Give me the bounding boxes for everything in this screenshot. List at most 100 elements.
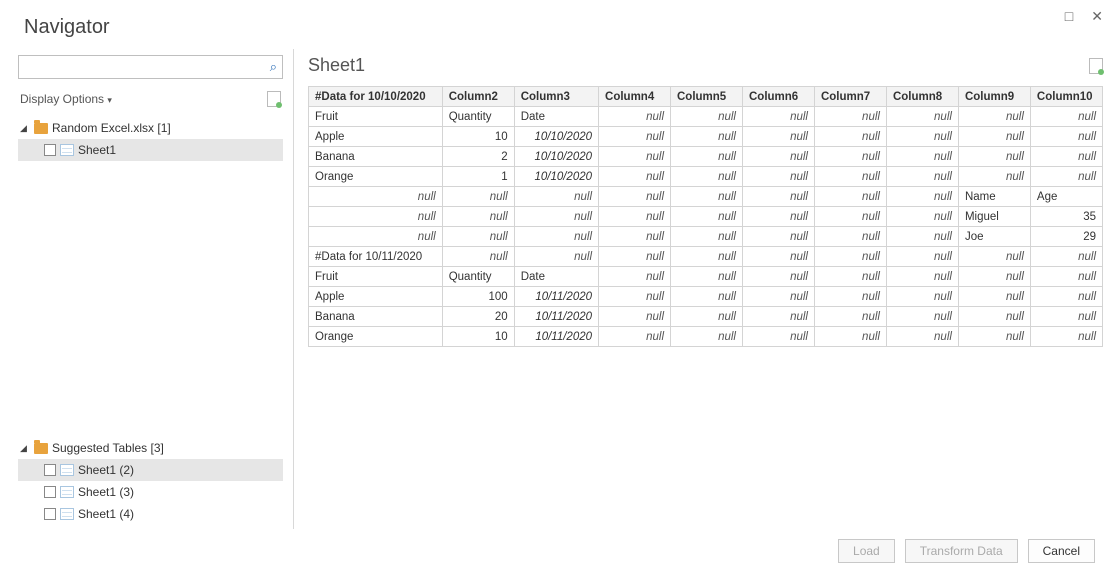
table-cell: 10/11/2020 <box>514 327 598 347</box>
checkbox[interactable] <box>44 508 56 520</box>
table-cell: 10 <box>442 327 514 347</box>
table-cell: null <box>742 287 814 307</box>
checkbox[interactable] <box>44 486 56 498</box>
table-cell: null <box>671 167 743 187</box>
navigator-panel: ⌕ Display Options ▾ ◢ Random Excel.xlsx … <box>0 49 294 529</box>
table-row[interactable]: FruitQuantityDatenullnullnullnullnullnul… <box>309 107 1103 127</box>
table-cell: null <box>814 167 886 187</box>
table-cell: null <box>886 147 958 167</box>
checkbox[interactable] <box>44 464 56 476</box>
worksheet-icon <box>60 144 74 156</box>
transform-data-button[interactable]: Transform Data <box>905 539 1018 563</box>
source-tree: ◢ Random Excel.xlsx [1] Sheet1 <box>18 117 283 161</box>
refresh-icon[interactable] <box>267 91 281 107</box>
table-row[interactable]: Orange110/10/2020nullnullnullnullnullnul… <box>309 167 1103 187</box>
column-header[interactable]: Column9 <box>958 87 1030 107</box>
table-cell: null <box>309 207 443 227</box>
suggested-item-label: Sheet1 (3) <box>78 485 134 499</box>
column-header[interactable]: Column6 <box>742 87 814 107</box>
checkbox[interactable] <box>44 144 56 156</box>
table-cell: null <box>814 127 886 147</box>
table-row[interactable]: Banana210/10/2020nullnullnullnullnullnul… <box>309 147 1103 167</box>
suggested-item-label: Sheet1 (4) <box>78 507 134 521</box>
table-cell: null <box>958 147 1030 167</box>
table-cell: null <box>671 267 743 287</box>
column-header[interactable]: Column5 <box>671 87 743 107</box>
table-cell: null <box>886 227 958 247</box>
search-icon[interactable]: ⌕ <box>270 59 277 75</box>
table-cell: null <box>958 127 1030 147</box>
table-cell: null <box>514 187 598 207</box>
table-cell: 20 <box>442 307 514 327</box>
table-cell: 10/11/2020 <box>514 287 598 307</box>
table-cell: null <box>671 287 743 307</box>
tree-sheet-node[interactable]: Sheet1 <box>18 139 283 161</box>
table-cell: null <box>599 327 671 347</box>
cancel-button[interactable]: Cancel <box>1028 539 1095 563</box>
table-cell: 10/11/2020 <box>514 307 598 327</box>
table-cell: null <box>886 327 958 347</box>
table-cell: null <box>599 167 671 187</box>
suggested-item[interactable]: Sheet1 (2) <box>18 459 283 481</box>
table-cell: null <box>814 247 886 267</box>
table-row[interactable]: #Data for 10/11/2020nullnullnullnullnull… <box>309 247 1103 267</box>
preview-options-icon[interactable] <box>1089 58 1103 74</box>
folder-icon <box>34 443 48 454</box>
table-cell: null <box>514 227 598 247</box>
table-row[interactable]: nullnullnullnullnullnullnullnullMiguel35 <box>309 207 1103 227</box>
table-cell: Fruit <box>309 107 443 127</box>
table-cell: null <box>1030 127 1102 147</box>
table-cell: 10/10/2020 <box>514 127 598 147</box>
table-cell: Joe <box>958 227 1030 247</box>
table-cell: null <box>1030 147 1102 167</box>
table-cell: null <box>671 207 743 227</box>
table-header-row: #Data for 10/10/2020Column2Column3Column… <box>309 87 1103 107</box>
column-header[interactable]: Column10 <box>1030 87 1102 107</box>
table-row[interactable]: nullnullnullnullnullnullnullnullJoe29 <box>309 227 1103 247</box>
table-cell: null <box>671 307 743 327</box>
suggested-header-node[interactable]: ◢ Suggested Tables [3] <box>18 437 283 459</box>
table-cell: Quantity <box>442 107 514 127</box>
table-cell: null <box>742 267 814 287</box>
close-button[interactable]: ✕ <box>1091 8 1103 25</box>
maximize-button[interactable]: □ <box>1065 8 1073 25</box>
table-cell: null <box>671 147 743 167</box>
table-cell: null <box>958 107 1030 127</box>
table-cell: Date <box>514 107 598 127</box>
table-row[interactable]: Orange1010/11/2020nullnullnullnullnullnu… <box>309 327 1103 347</box>
search-input[interactable] <box>18 55 283 79</box>
table-cell: null <box>958 327 1030 347</box>
column-header[interactable]: Column2 <box>442 87 514 107</box>
column-header[interactable]: Column8 <box>886 87 958 107</box>
caret-down-icon: ◢ <box>20 443 30 454</box>
column-header[interactable]: Column3 <box>514 87 598 107</box>
table-cell: null <box>814 307 886 327</box>
display-options-dropdown[interactable]: Display Options ▾ <box>20 92 112 106</box>
table-row[interactable]: Apple1010/10/2020nullnullnullnullnullnul… <box>309 127 1103 147</box>
table-row[interactable]: Banana2010/11/2020nullnullnullnullnullnu… <box>309 307 1103 327</box>
table-row[interactable]: nullnullnullnullnullnullnullnullNameAge <box>309 187 1103 207</box>
table-icon <box>60 508 74 520</box>
table-cell: null <box>742 127 814 147</box>
table-cell: null <box>599 307 671 327</box>
table-cell: null <box>886 307 958 327</box>
table-cell: Apple <box>309 287 443 307</box>
column-header[interactable]: Column4 <box>599 87 671 107</box>
suggested-item[interactable]: Sheet1 (4) <box>18 503 283 525</box>
table-row[interactable]: FruitQuantityDatenullnullnullnullnullnul… <box>309 267 1103 287</box>
table-cell: null <box>671 227 743 247</box>
table-cell: Quantity <box>442 267 514 287</box>
table-cell: null <box>671 247 743 267</box>
tree-file-node[interactable]: ◢ Random Excel.xlsx [1] <box>18 117 283 139</box>
table-cell: Age <box>1030 187 1102 207</box>
table-cell: null <box>599 187 671 207</box>
table-cell: null <box>886 267 958 287</box>
table-cell: null <box>671 107 743 127</box>
column-header[interactable]: #Data for 10/10/2020 <box>309 87 443 107</box>
table-cell: Name <box>958 187 1030 207</box>
load-button[interactable]: Load <box>838 539 895 563</box>
table-row[interactable]: Apple10010/11/2020nullnullnullnullnullnu… <box>309 287 1103 307</box>
column-header[interactable]: Column7 <box>814 87 886 107</box>
table-cell: null <box>599 227 671 247</box>
suggested-item[interactable]: Sheet1 (3) <box>18 481 283 503</box>
